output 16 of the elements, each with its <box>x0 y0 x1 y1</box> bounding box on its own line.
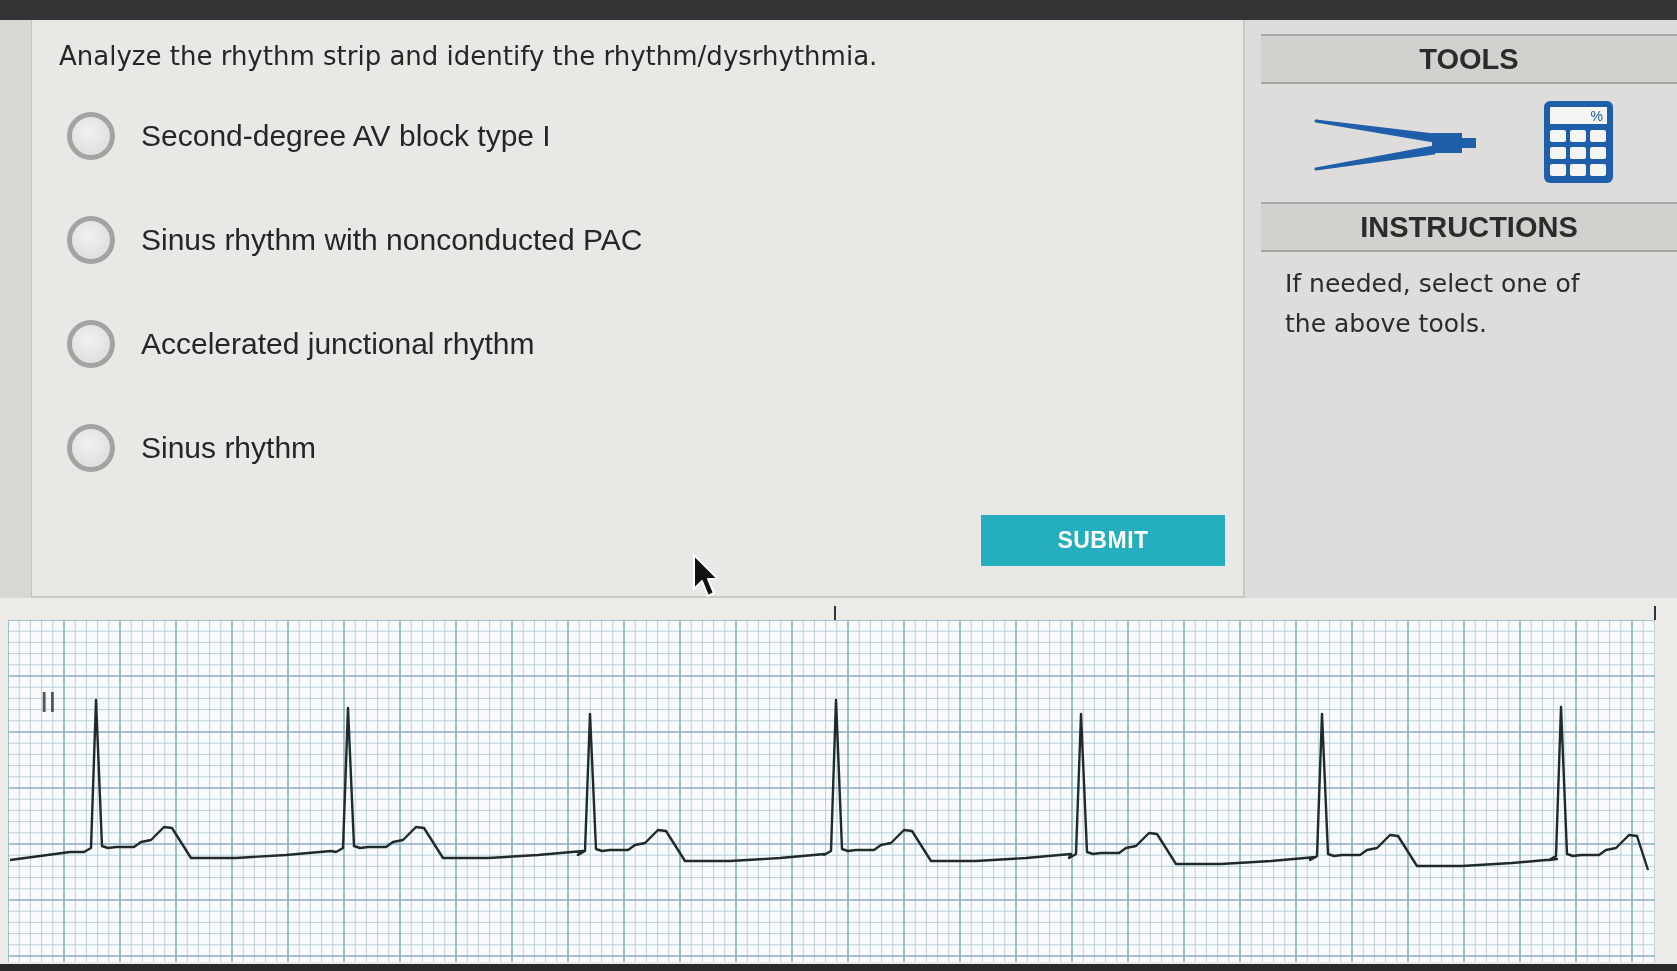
option-label[interactable]: Accelerated junctional rhythm <box>141 327 535 361</box>
option-label[interactable]: Sinus rhythm with nonconducted PAC <box>141 223 643 257</box>
instructions-text: If needed, select one of the above tools. <box>1285 268 1581 340</box>
radio-button[interactable] <box>67 320 115 368</box>
question-text: Analyze the rhythm strip and identify the rhythm/dysrhythmia. <box>59 40 879 73</box>
instructions-header: INSTRUCTIONS <box>1261 202 1677 252</box>
option-label[interactable]: Sinus rhythm <box>141 431 317 465</box>
option-label[interactable]: Second-degree AV block type I <box>141 119 551 153</box>
radio-button[interactable] <box>67 216 115 264</box>
tools-header: TOOLS <box>1261 34 1677 84</box>
cursor-icon <box>692 553 720 599</box>
lead-label: II <box>40 685 57 718</box>
tick-mark <box>1654 606 1656 620</box>
radio-button[interactable] <box>67 112 115 160</box>
radio-button[interactable] <box>67 424 115 472</box>
tick-mark <box>834 606 836 620</box>
